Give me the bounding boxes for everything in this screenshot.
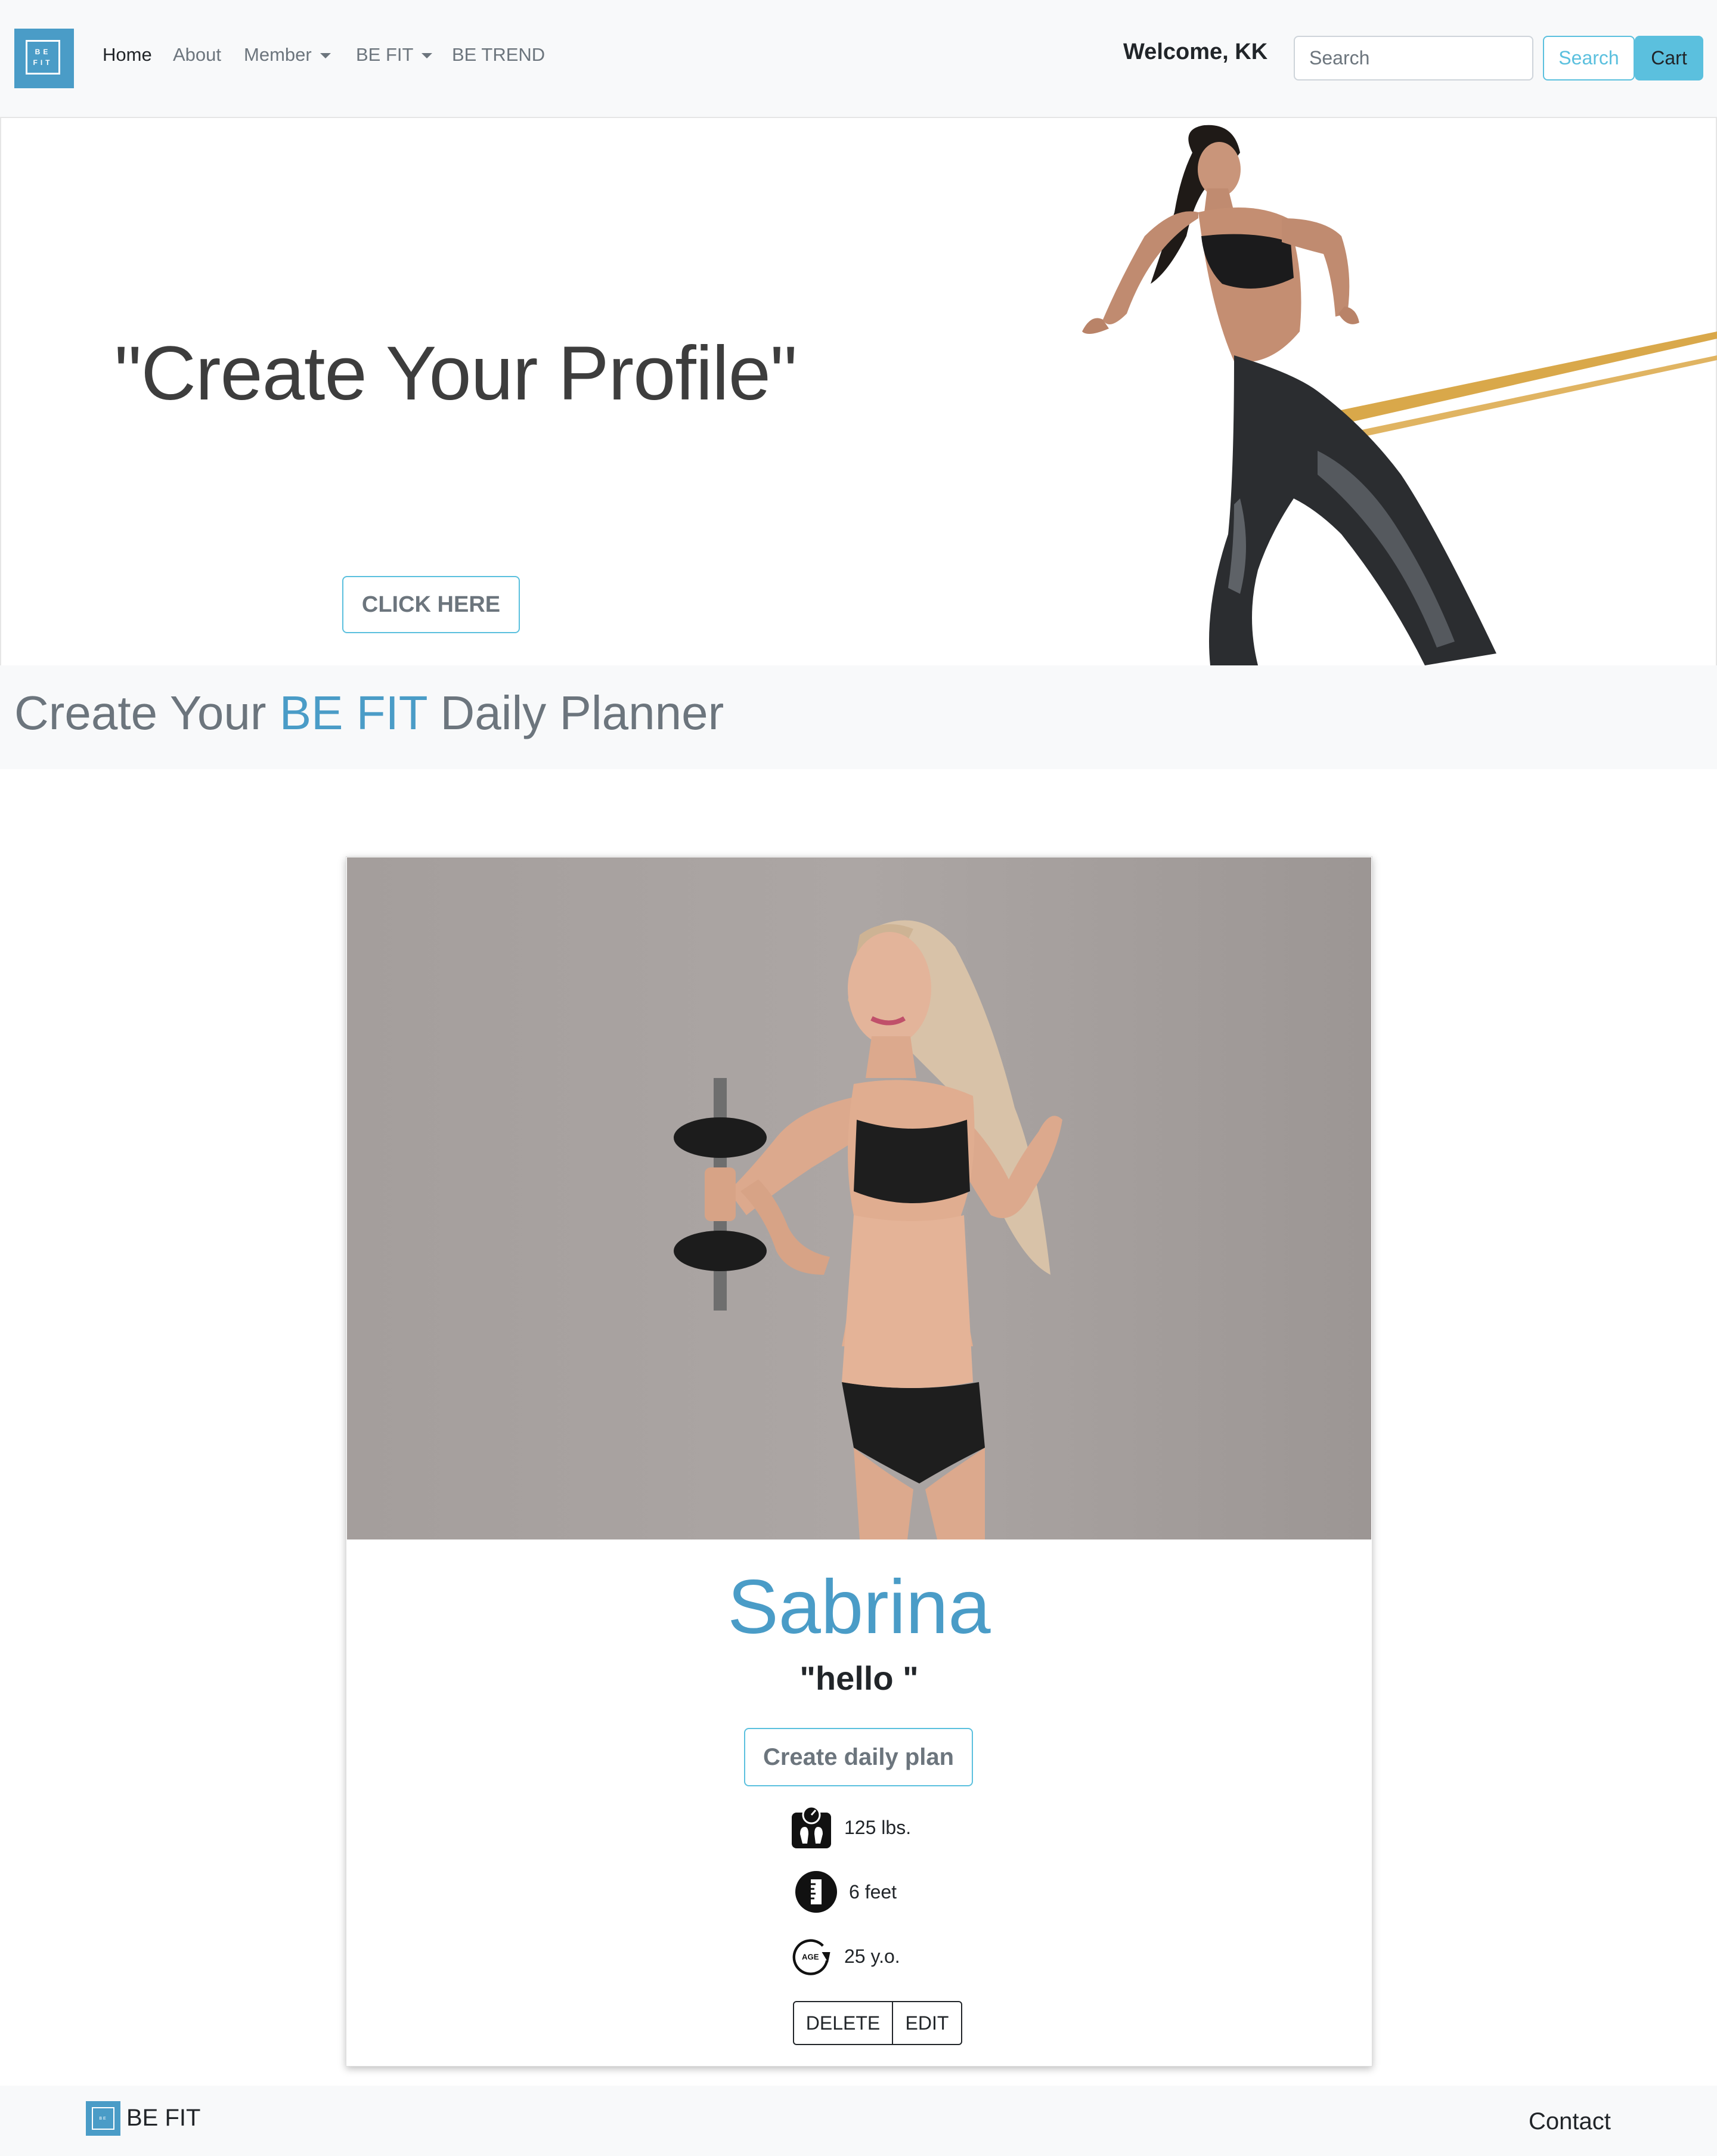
nav-member-dropdown[interactable]: Member: [244, 44, 331, 66]
delete-button[interactable]: DELETE: [793, 2001, 893, 2045]
height-stat: 6 feet: [795, 1871, 897, 1913]
nav-befit-dropdown[interactable]: BE FIT: [356, 44, 433, 66]
footer-logo[interactable]: BE: [86, 2101, 120, 2136]
search-input[interactable]: [1294, 36, 1533, 80]
edit-button[interactable]: EDIT: [892, 2001, 962, 2045]
footer-logo-text: BE: [99, 2116, 107, 2121]
welcome-text: Welcome, KK: [1123, 39, 1268, 64]
create-daily-plan-button[interactable]: Create daily plan: [744, 1728, 973, 1786]
age-icon-label: AGE: [802, 1952, 819, 1961]
logo-text-line2: FIT: [33, 58, 53, 67]
nav-about[interactable]: About: [173, 44, 221, 66]
search-button[interactable]: Search: [1543, 36, 1635, 80]
title-prefix: Create Your: [14, 686, 280, 739]
footer-brand[interactable]: BE FIT: [126, 2105, 200, 2132]
create-profile-button[interactable]: CLICK HERE: [342, 576, 520, 633]
age-icon: AGE: [791, 1935, 832, 1977]
title-accent: BE FIT: [279, 686, 427, 739]
nav-home[interactable]: Home: [103, 44, 152, 66]
planner-section-title: Create Your BE FIT Daily Planner: [14, 686, 724, 741]
profile-name: Sabrina: [727, 1565, 991, 1650]
hero-title: "Create Your Profile": [114, 331, 797, 416]
weight-value: 125 lbs.: [844, 1816, 912, 1838]
card-actions: DELETE EDIT: [793, 2001, 962, 2045]
height-value: 6 feet: [849, 1881, 897, 1903]
hero-athlete-image: [1082, 125, 1717, 665]
age-stat: AGE 25 y.o.: [791, 1935, 900, 1977]
age-value: 25 y.o.: [844, 1945, 900, 1967]
nav-betrend[interactable]: BE TREND: [452, 44, 545, 66]
profile-photo: [347, 857, 1371, 1539]
nav-befit-label: BE FIT: [356, 44, 414, 65]
footer-logo-mark: BE: [92, 2107, 114, 2130]
cart-button[interactable]: Cart: [1635, 36, 1703, 80]
profile-quote: "hello ": [799, 1659, 919, 1697]
logo-text-line1: BE: [35, 48, 51, 56]
title-suffix: Daily Planner: [427, 686, 724, 739]
scale-icon: [791, 1807, 832, 1848]
footer-contact-link[interactable]: Contact: [1529, 2108, 1611, 2135]
nav-member-label: Member: [244, 44, 312, 65]
chevron-down-icon: [421, 53, 433, 59]
brand-logo[interactable]: BE FIT: [14, 29, 74, 88]
logo-mark: BE FIT: [26, 40, 60, 75]
footer: [0, 2086, 1717, 2156]
chevron-down-icon: [320, 53, 331, 59]
weight-stat: 125 lbs.: [791, 1807, 911, 1848]
height-ruler-icon: [795, 1871, 837, 1913]
